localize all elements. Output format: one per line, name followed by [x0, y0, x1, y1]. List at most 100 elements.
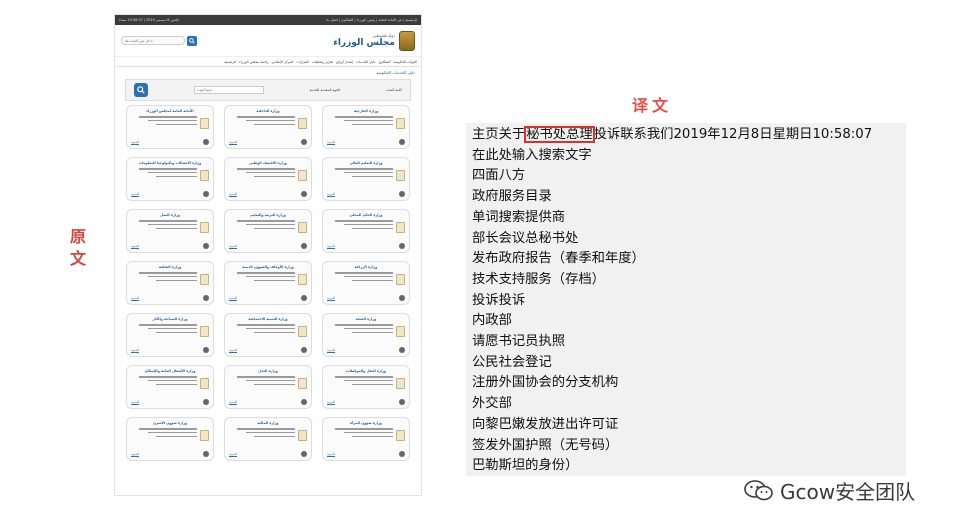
arrow-icon[interactable]: [301, 295, 307, 301]
ministry-card[interactable]: وزارة الثقافة المزيد: [126, 261, 214, 305]
ministry-card[interactable]: وزارة المالية المزيد: [224, 417, 312, 461]
ministry-card[interactable]: وزارة السياحة والآثار المزيد: [126, 313, 214, 357]
arrow-icon[interactable]: [301, 347, 307, 353]
ministry-card[interactable]: وزارة الاتصالات وتكنولوجيا المعلومات المز…: [126, 157, 214, 201]
more-link[interactable]: المزيد: [229, 400, 238, 405]
ministry-card[interactable]: وزارة الأشغال العامة والإسكان المزيد: [126, 365, 214, 409]
nav-item[interactable]: إصدار أوراق: [336, 60, 353, 64]
ministry-card[interactable]: وزارة شؤون المرأة المزيد: [322, 417, 410, 461]
more-link[interactable]: المزيد: [229, 452, 238, 457]
nav-item[interactable]: الرئيسية: [224, 60, 236, 64]
arrow-icon[interactable]: [399, 295, 405, 301]
arrow-icon[interactable]: [203, 191, 209, 197]
arrow-icon[interactable]: [203, 243, 209, 249]
line-suffix: 投诉联系我们2019年12月8日星期日10:58:07: [593, 127, 873, 142]
ministry-title: وزارة الأشغال العامة والإسكان: [144, 369, 196, 373]
original-label: 原 文: [68, 226, 88, 270]
translation-line: 外交部: [472, 396, 512, 412]
ministry-card[interactable]: وزارة الأوقاف والشؤون الدينية المزيد: [224, 261, 312, 305]
more-link[interactable]: المزيد: [131, 452, 140, 457]
ministry-card[interactable]: وزارة العدل المزيد: [224, 365, 312, 409]
nav-item[interactable]: القرارات: [296, 60, 308, 64]
arrow-icon[interactable]: [399, 243, 405, 249]
more-link[interactable]: المزيد: [131, 400, 140, 405]
service-list: [335, 324, 393, 336]
watermark: Gcow安全团队: [744, 476, 915, 505]
ministry-title: وزارة الأوقاف والشؤون الدينية: [242, 265, 294, 269]
ministry-card[interactable]: وزارة النقل والمواصلات المزيد: [322, 365, 410, 409]
arrow-icon[interactable]: [399, 399, 405, 405]
ministry-card[interactable]: وزارة التنمية الاجتماعية المزيد: [224, 313, 312, 357]
more-link[interactable]: المزيد: [327, 296, 336, 301]
ministry-card[interactable]: وزارة شؤون الأسرى المزيد: [126, 417, 214, 461]
more-link[interactable]: المزيد: [327, 244, 336, 249]
arrow-icon[interactable]: [399, 451, 405, 457]
more-link[interactable]: المزيد: [327, 400, 336, 405]
ministry-card[interactable]: وزارة التعليم العالي المزيد: [322, 157, 410, 201]
service-list: [139, 168, 197, 180]
nav-item[interactable]: الشكاوي: [378, 60, 390, 64]
more-link[interactable]: المزيد: [327, 348, 336, 353]
arrow-icon[interactable]: [203, 139, 209, 145]
site-search-input[interactable]: [121, 36, 185, 45]
ministry-title: وزارة شؤون المرأة: [350, 421, 382, 425]
arrow-icon[interactable]: [399, 347, 405, 353]
nav-item[interactable]: دليل الخدمات: [356, 60, 375, 64]
arrow-icon[interactable]: [203, 399, 209, 405]
arrow-icon[interactable]: [301, 139, 307, 145]
more-link[interactable]: المزيد: [229, 244, 238, 249]
arrow-icon[interactable]: [301, 399, 307, 405]
service-list: [139, 116, 197, 128]
arrow-icon[interactable]: [203, 295, 209, 301]
ministry-card[interactable]: الأمانة العامة لمجلس الوزراء المزيد: [126, 105, 214, 149]
more-link[interactable]: المزيد: [229, 296, 238, 301]
provider-select[interactable]: جميع الجهات: [193, 86, 264, 94]
ministry-card[interactable]: وزارة الزراعة المزيد: [322, 261, 410, 305]
ministry-card[interactable]: وزارة الاقتصاد الوطني المزيد: [224, 157, 312, 201]
filter-search-icon[interactable]: [134, 83, 148, 97]
more-link[interactable]: المزيد: [327, 140, 336, 145]
service-list: [335, 116, 393, 128]
arrow-icon[interactable]: [203, 347, 209, 353]
nav-item[interactable]: تقارير وتحليلات: [312, 60, 333, 64]
site-logo[interactable]: دولة فلسطين مجلس الوزراء: [333, 30, 415, 51]
arrow-icon[interactable]: [301, 243, 307, 249]
ministry-title: وزارة التربية والتعليم: [250, 213, 286, 217]
more-link[interactable]: المزيد: [327, 452, 336, 457]
nav-item[interactable]: رئاسة مجلس الوزراء: [239, 60, 268, 64]
document-icon: [396, 430, 405, 441]
ministry-card[interactable]: وزارة الخارجية المزيد: [322, 105, 410, 149]
arrow-icon[interactable]: [203, 451, 209, 457]
ministry-card[interactable]: وزارة التربية والتعليم المزيد: [224, 209, 312, 253]
ministry-title: وزارة الزراعة: [354, 265, 378, 269]
nav-item[interactable]: المركز الإعلامي: [271, 60, 293, 64]
ministry-card[interactable]: وزارة الصحة المزيد: [322, 313, 410, 357]
ministry-card[interactable]: وزارة الحكم المحلي المزيد: [322, 209, 410, 253]
more-link[interactable]: المزيد: [229, 192, 238, 197]
document-icon: [200, 378, 209, 389]
more-link[interactable]: المزيد: [131, 348, 140, 353]
document-icon: [298, 222, 307, 233]
topbar-links[interactable]: الرئيسية | عن الأمانة العامة | رئيس الوز…: [326, 18, 417, 22]
more-link[interactable]: المزيد: [131, 140, 140, 145]
arrow-icon[interactable]: [399, 191, 405, 197]
more-link[interactable]: المزيد: [229, 348, 238, 353]
arrow-icon[interactable]: [399, 139, 405, 145]
provider-label: الجهة المقدمة للخدمة: [309, 88, 341, 92]
document-icon: [298, 430, 307, 441]
more-link[interactable]: المزيد: [327, 192, 336, 197]
arrow-icon[interactable]: [301, 451, 307, 457]
document-icon: [298, 118, 307, 129]
more-link[interactable]: المزيد: [131, 192, 140, 197]
nav-item[interactable]: الجهات الحكومية: [394, 60, 417, 64]
site-search: [121, 35, 197, 46]
ministry-card[interactable]: وزارة الداخلية المزيد: [224, 105, 312, 149]
more-link[interactable]: المزيد: [229, 140, 238, 145]
more-link[interactable]: المزيد: [131, 296, 140, 301]
ministry-card[interactable]: وزارة العمل المزيد: [126, 209, 214, 253]
arrow-icon[interactable]: [301, 191, 307, 197]
ministry-title: وزارة السياحة والآثار: [152, 317, 188, 321]
search-icon[interactable]: [187, 35, 197, 46]
translation-line: 技术支持服务（存档）: [472, 271, 605, 287]
more-link[interactable]: المزيد: [131, 244, 140, 249]
